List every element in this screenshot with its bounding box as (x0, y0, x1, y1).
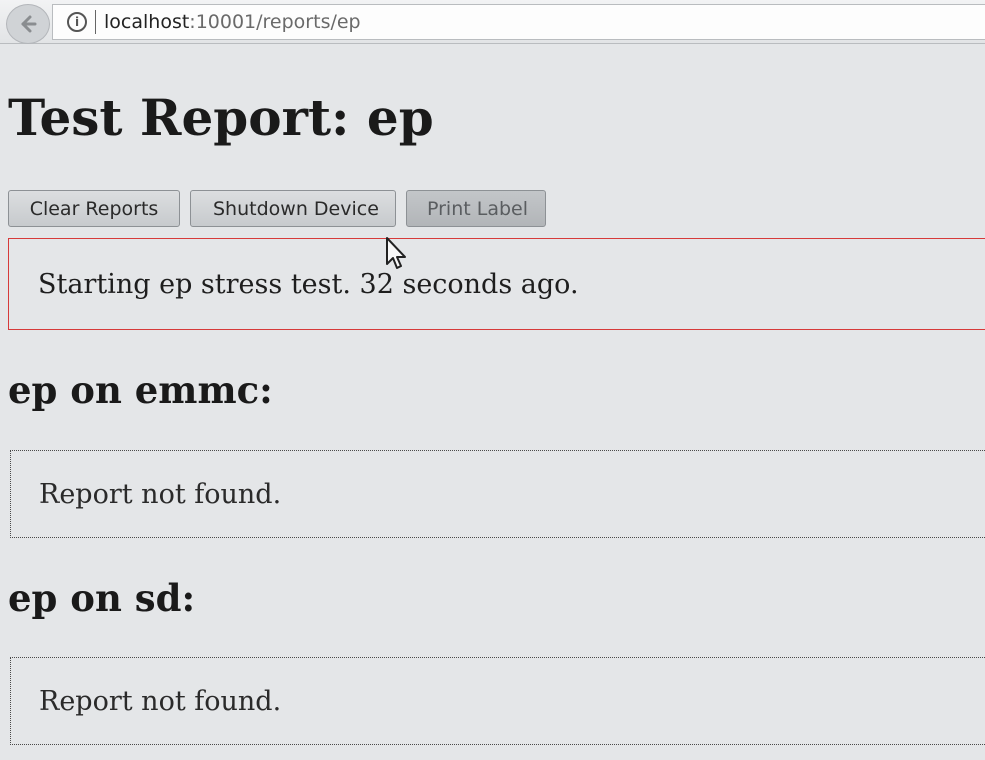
print-label-button[interactable]: Print Label (406, 190, 546, 227)
back-button[interactable] (6, 4, 50, 44)
url-host: localhost (104, 11, 190, 33)
info-icon[interactable]: i (67, 12, 87, 32)
report-box-emmc: Report not found. (10, 450, 985, 538)
url-text[interactable]: localhost:10001/reports/ep (104, 11, 361, 33)
status-message-box: Starting ep stress test. 32 seconds ago. (8, 238, 985, 330)
report-actions: Clear Reports Shutdown Device Print Labe… (8, 190, 546, 227)
status-message: Starting ep stress test. 32 seconds ago. (38, 269, 579, 300)
report-box-sd: Report not found. (10, 657, 985, 745)
section-heading-sd: ep on sd: (8, 576, 196, 620)
url-divider (95, 10, 96, 34)
report-text-sd: Report not found. (39, 686, 282, 717)
browser-toolbar: i localhost:10001/reports/ep (0, 0, 985, 44)
clear-reports-button[interactable]: Clear Reports (8, 190, 180, 227)
mouse-pointer-icon (386, 237, 406, 269)
back-arrow-icon (21, 15, 37, 33)
section-heading-emmc: ep on emmc: (8, 368, 273, 412)
address-bar[interactable]: i localhost:10001/reports/ep (52, 4, 985, 40)
shutdown-device-button[interactable]: Shutdown Device (190, 190, 396, 227)
url-path: :10001/reports/ep (189, 11, 361, 33)
page-title: Test Report: ep (8, 88, 434, 147)
report-text-emmc: Report not found. (39, 479, 282, 510)
